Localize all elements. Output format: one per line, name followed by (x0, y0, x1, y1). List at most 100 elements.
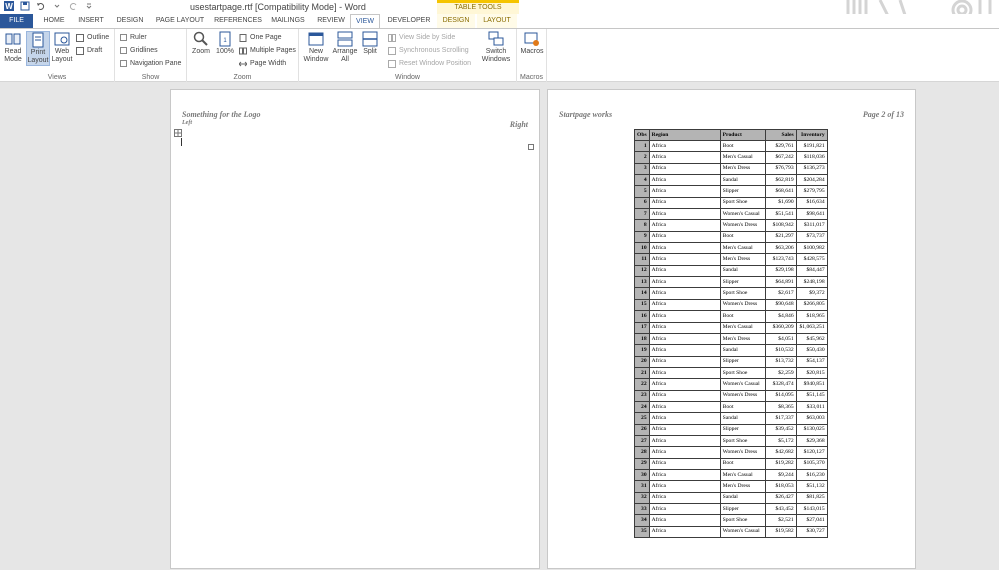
split-button[interactable]: Split (360, 31, 380, 56)
gridlines-checkbox-box[interactable] (120, 47, 127, 54)
reset-window-position-button[interactable]: Reset Window Position (388, 58, 471, 69)
cell-product: Sandal (719, 174, 766, 187)
svg-text:W: W (5, 2, 13, 11)
table-row: 26 Africa Slipper $39,452 $130,025 (634, 423, 828, 436)
zoom-label: Zoom (192, 48, 210, 55)
cell-sales: $4,051 (764, 332, 797, 346)
tab-table-design[interactable]: DESIGN (437, 14, 475, 28)
ruler-checkbox[interactable]: Ruler (120, 32, 147, 43)
zoom-100-button[interactable]: 1 100% (214, 31, 236, 56)
new-window-button[interactable]: New Window (302, 31, 330, 64)
cell-inventory: $63,003 (795, 412, 828, 425)
save-icon[interactable] (20, 1, 30, 11)
word-app-icon: W (4, 1, 14, 11)
customize-qat-icon[interactable] (84, 1, 94, 11)
print-layout-button[interactable]: Print Layout (26, 31, 50, 66)
cell-obs: 24 (634, 400, 650, 414)
table-row: 6 Africa Sport Shoe $1,690 $16,634 (634, 196, 828, 210)
cell-inventory: $73,737 (795, 230, 828, 244)
page-width-label: Page Width (250, 60, 287, 67)
cell-obs: 6 (634, 196, 650, 210)
one-page-icon (239, 33, 247, 42)
split-label: Split (363, 48, 377, 55)
table-body: 1 Africa Boot $29,761 $191,821 2 Africa Men's C… (634, 139, 828, 539)
tab-developer[interactable]: DEVELOPER (386, 14, 432, 28)
multiple-pages-icon (239, 47, 247, 54)
tab-table-layout[interactable]: LAYOUT (477, 14, 517, 28)
cell-inventory: $98,641 (795, 208, 828, 221)
tab-mailings[interactable]: MAILINGS (268, 14, 308, 28)
cell-region: Africa (648, 230, 721, 244)
table-move-handle-icon[interactable] (174, 129, 182, 137)
tab-design[interactable]: DESIGN (112, 14, 148, 28)
cell-product: Slipper (719, 355, 766, 368)
macros-button[interactable]: Macros (519, 31, 545, 56)
cell-obs: 4 (634, 174, 650, 187)
navigation-pane-checkbox[interactable]: Navigation Pane (120, 58, 181, 69)
cell-region: Africa (648, 196, 721, 210)
cell-inventory: $105,370 (795, 457, 828, 470)
table-tools-header: TABLE TOOLS (437, 0, 519, 14)
show-group-label: Show (141, 74, 160, 81)
col-header-region: Region (648, 129, 721, 141)
cell-product: Sandal (719, 344, 766, 357)
ruler-checkbox-box[interactable] (120, 34, 127, 41)
redo-icon[interactable] (68, 1, 78, 11)
cell-product: Men's Casual (719, 242, 766, 255)
tab-file[interactable]: FILE (0, 14, 33, 28)
page-1[interactable]: Something for the Logo Left Right (170, 89, 540, 569)
zoom-button[interactable]: Zoom (190, 31, 212, 56)
draft-button[interactable]: Draft (76, 45, 102, 56)
side-by-side-icon (388, 33, 396, 42)
outline-button[interactable]: Outline (76, 32, 109, 43)
table-row: 4 Africa Sandal $62,819 $204,284 (634, 174, 828, 187)
web-layout-label: Web Layout (51, 48, 73, 63)
cell-product: Sandal (719, 491, 766, 505)
tab-home[interactable]: HOME (38, 14, 70, 28)
view-side-by-side-button[interactable]: View Side by Side (388, 32, 455, 43)
tab-page-layout[interactable]: PAGE LAYOUT (152, 14, 208, 28)
read-mode-button[interactable]: Read Mode (2, 31, 24, 64)
zoom-group: Zoom 1 100% One Page Multiple Pages Page… (187, 29, 299, 82)
table-row: 34 Africa Sport Shoe $2,521 $27,041 (634, 514, 828, 527)
ribbon-tabs: FILE HOME INSERT DESIGN PAGE LAYOUT REFE… (0, 14, 999, 28)
one-page-button[interactable]: One Page (239, 32, 282, 43)
cell-inventory: $143,015 (795, 502, 828, 516)
undo-icon[interactable] (36, 1, 46, 11)
page-width-button[interactable]: Page Width (239, 58, 286, 69)
table-resize-handle-icon[interactable] (528, 144, 534, 150)
gridlines-checkbox[interactable]: Gridlines (120, 45, 158, 56)
web-layout-button[interactable]: Web Layout (50, 31, 74, 64)
cell-product: Boot (719, 139, 766, 153)
cell-sales: $64,891 (764, 276, 797, 289)
arrange-all-label: Arrange All (332, 48, 358, 63)
navigation-pane-checkbox-box[interactable] (120, 60, 127, 67)
tab-view[interactable]: VIEW (350, 14, 380, 28)
tab-references[interactable]: REFERENCES (212, 14, 264, 28)
synchronous-scrolling-button[interactable]: Synchronous Scrolling (388, 45, 469, 56)
cell-region: Africa (648, 434, 721, 448)
page-2[interactable]: Startpage works Page 2 of 13 Obs Region … (547, 89, 916, 569)
cell-obs: 17 (634, 321, 650, 334)
one-page-label: One Page (250, 34, 282, 41)
tab-review[interactable]: REVIEW (312, 14, 350, 28)
switch-windows-button[interactable]: Switch Windows (479, 31, 513, 64)
table-row: 8 Africa Women's Dress $108,942 $311,017 (634, 219, 828, 232)
tab-insert[interactable]: INSERT (74, 14, 108, 28)
chevron-down-icon[interactable] (52, 1, 62, 11)
cell-region: Africa (648, 162, 721, 176)
cell-sales: $10,532 (764, 344, 797, 357)
macros-label: Macros (520, 48, 544, 55)
cell-product: Women's Casual (719, 525, 766, 539)
table-row: 11 Africa Men's Dress $123,743 $428,575 (634, 253, 828, 266)
arrange-all-button[interactable]: Arrange All (332, 31, 358, 64)
document-canvas[interactable]: Something for the Logo Left Right Startp… (0, 82, 999, 570)
cell-region: Africa (648, 242, 721, 255)
cell-sales: $123,743 (764, 253, 797, 266)
web-layout-icon (54, 32, 70, 46)
cell-region: Africa (648, 208, 721, 221)
table-row: 20 Africa Slipper $13,732 $54,137 (634, 355, 828, 368)
multiple-pages-button[interactable]: Multiple Pages (239, 45, 296, 56)
cell-obs: 29 (634, 457, 650, 470)
page-number-text: Page 2 of 13 (862, 110, 904, 119)
